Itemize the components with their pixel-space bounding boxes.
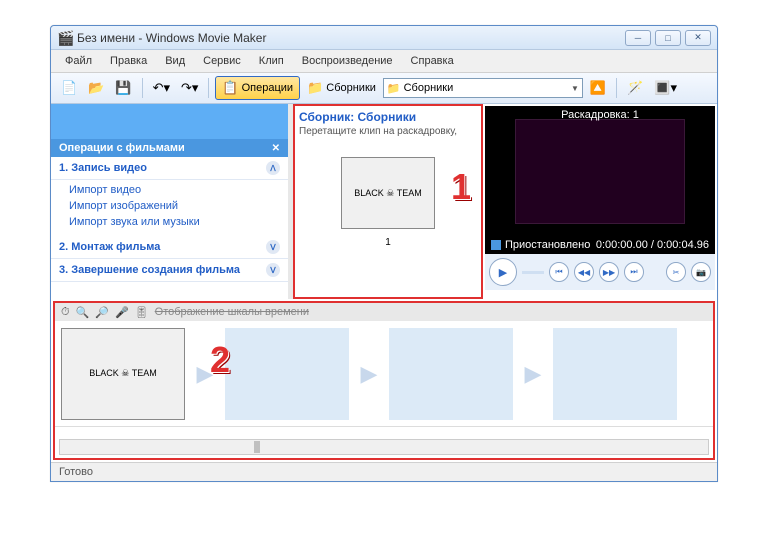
preview-viewport [515, 119, 685, 224]
menu-clip[interactable]: Клип [251, 52, 292, 70]
forward-end-button[interactable]: ⏭ [624, 262, 644, 282]
step-back-button[interactable]: ◀◀ [574, 262, 594, 282]
annotation-2: 2 [210, 339, 230, 381]
transport-controls: ▶ ⏮ ◀◀ ▶▶ ⏭ ✂ 📷 [485, 254, 715, 290]
collection-subtitle: Перетащите клип на раскадровку, [299, 126, 477, 137]
import-video-link[interactable]: Импорт видео [69, 182, 282, 198]
view-button[interactable]: 🔳▾ [650, 76, 681, 100]
menu-tools[interactable]: Сервис [195, 52, 249, 70]
transition-slot[interactable]: ▶ [355, 360, 383, 388]
storyboard: ⏱ 🔍 🔎 🎤 🎚 Отображение шкалы времени BLAC… [53, 301, 715, 460]
collection-pane: Сборник: Сборники Перетащите клип на рас… [293, 104, 483, 299]
new-button[interactable]: 📄 [57, 76, 81, 100]
task-group-3[interactable]: 3. Завершение создания фильма ᐯ [51, 259, 288, 282]
zoom-out-icon[interactable]: 🔎 [95, 306, 109, 319]
toolbar: 📄 📂 💾 ↶▾ ↷▾ 📋Операции 📁Сборники 📁 Сборни… [51, 73, 717, 104]
task-group-1[interactable]: 1. Запись видео ᐱ [51, 157, 288, 180]
split-button[interactable]: ✂ [666, 262, 686, 282]
menu-edit[interactable]: Правка [102, 52, 155, 70]
stop-icon[interactable] [491, 240, 501, 250]
redo-button[interactable]: ↷▾ [177, 76, 202, 100]
chevron-down-icon[interactable]: ᐯ [266, 240, 280, 254]
clip-artwork: BLACK ☠ TEAM [354, 189, 421, 198]
task-group-2[interactable]: 2. Монтаж фильма ᐯ [51, 236, 288, 259]
storyboard-empty-slot[interactable] [553, 328, 677, 420]
open-button[interactable]: 📂 [84, 76, 108, 100]
clip-artwork: BLACK ☠ TEAM [89, 369, 156, 378]
menu-file[interactable]: Файл [57, 52, 100, 70]
menu-help[interactable]: Справка [403, 52, 462, 70]
menu-play[interactable]: Воспроизведение [294, 52, 401, 70]
collection-dropdown-value: Сборники [404, 82, 454, 94]
tasks-pane-title: Операции с фильмами [59, 142, 185, 154]
status-bar: Готово [51, 462, 717, 481]
zoom-in-icon[interactable]: 🔍 [76, 306, 90, 319]
properties-button[interactable]: 🪄 [623, 76, 647, 100]
collection-dropdown[interactable]: 📁 Сборники ▼ [383, 78, 583, 98]
separator [142, 78, 143, 98]
save-button[interactable]: 💾 [111, 76, 135, 100]
step-fwd-button[interactable]: ▶▶ [599, 262, 619, 282]
chevron-down-icon: ▼ [571, 84, 579, 93]
audio-levels-icon[interactable]: 🎚 [135, 306, 149, 319]
preview-time: 0:00:00.00 / 0:00:04.96 [596, 239, 709, 251]
chevron-up-icon[interactable]: ᐱ [266, 161, 280, 175]
seek-slider[interactable] [522, 271, 544, 274]
transition-slot[interactable]: ▶ [519, 360, 547, 388]
tasks-pane: Операции с фильмами ✕ 1. Запись видео ᐱ … [51, 104, 288, 299]
undo-button[interactable]: ↶▾ [149, 76, 174, 100]
preview-pane: Раскадровка: 1 Приостановлено 0:00:00.00… [483, 104, 717, 299]
storyboard-scrollbar[interactable] [59, 439, 709, 455]
storyboard-clip-1[interactable]: BLACK ☠ TEAM [61, 328, 185, 420]
tasks-button[interactable]: 📋Операции [215, 76, 300, 100]
collection-title: Сборник: Сборники [299, 110, 477, 124]
maximize-button[interactable]: □ [655, 30, 681, 46]
collections-button[interactable]: 📁Сборники [303, 76, 380, 100]
close-tasks-icon[interactable]: ✕ [272, 143, 280, 154]
storyboard-empty-slot[interactable] [389, 328, 513, 420]
timeline-tool-icon[interactable]: ⏱ [61, 306, 70, 319]
timeline-mode-label[interactable]: Отображение шкалы времени [155, 306, 309, 318]
narrate-icon[interactable]: 🎤 [115, 306, 129, 319]
snapshot-button[interactable]: 📷 [691, 262, 711, 282]
import-images-link[interactable]: Импорт изображений [69, 198, 282, 214]
separator [616, 78, 617, 98]
minimize-button[interactable]: ─ [625, 30, 651, 46]
play-button[interactable]: ▶ [489, 258, 517, 286]
preview-title: Раскадровка: 1 [485, 109, 715, 121]
chevron-down-icon[interactable]: ᐯ [266, 263, 280, 277]
app-icon: 🎬 [57, 30, 73, 46]
rewind-start-button[interactable]: ⏮ [549, 262, 569, 282]
preview-state: Приостановлено [505, 239, 590, 251]
clip-label: 1 [385, 237, 391, 248]
window-title: Без имени - Windows Movie Maker [77, 31, 625, 45]
up-level-button[interactable]: 🔼 [586, 76, 610, 100]
menu-bar: Файл Правка Вид Сервис Клип Воспроизведе… [51, 50, 717, 73]
close-button[interactable]: ✕ [685, 30, 711, 46]
import-audio-link[interactable]: Импорт звука или музыки [69, 214, 282, 230]
folder-icon: 📁 [387, 82, 401, 95]
storyboard-empty-slot[interactable] [225, 328, 349, 420]
annotation-1: 1 [451, 166, 471, 208]
separator [208, 78, 209, 98]
storyboard-ruler [55, 426, 713, 438]
collection-clip-1[interactable]: BLACK ☠ TEAM [341, 157, 435, 229]
tasks-pane-header-bg [51, 104, 288, 139]
menu-view[interactable]: Вид [157, 52, 193, 70]
